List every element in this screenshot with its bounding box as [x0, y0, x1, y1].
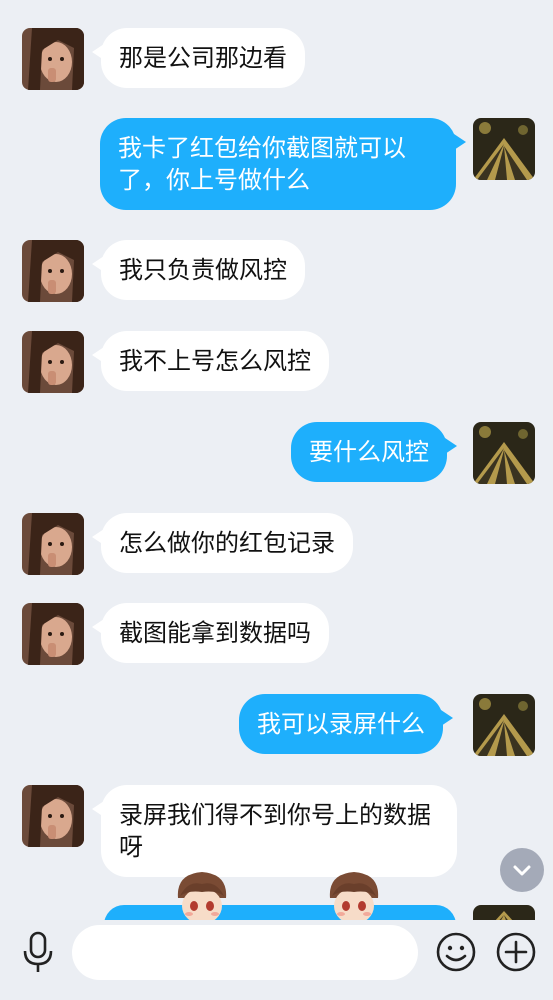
message-text: 怎么做你的红包记录	[119, 529, 335, 557]
smiley-icon	[436, 932, 476, 972]
chat-message-list[interactable]: 那是公司那边看 我卡了红包给你截图就可以了，你上号做什么 我只负责做风控 我不上…	[0, 0, 553, 920]
my-avatar[interactable]	[473, 422, 535, 484]
chevron-down-icon	[513, 865, 531, 876]
message-text: 我不上号怎么风控	[119, 347, 311, 375]
message-bubble-incoming[interactable]: 截图能拿到数据吗	[92, 603, 329, 663]
contact-avatar[interactable]	[22, 331, 84, 393]
contact-avatar[interactable]	[22, 603, 84, 665]
peeking-character-sticker	[172, 868, 232, 920]
peeking-character-sticker	[324, 868, 384, 920]
contact-avatar[interactable]	[22, 240, 84, 302]
message-bubble-outgoing[interactable]: 我卡了红包给你截图就可以了，你上号做什么	[100, 118, 466, 210]
more-button[interactable]	[494, 930, 538, 974]
message-input-bar	[0, 920, 553, 1000]
emoji-button[interactable]	[434, 930, 478, 974]
voice-button[interactable]	[16, 930, 60, 974]
message-text: 录屏我们得不到你号上的数据呀	[119, 801, 431, 861]
message-bubble-incoming[interactable]: 那是公司那边看	[92, 28, 305, 88]
my-avatar[interactable]	[473, 118, 535, 180]
message-bubble-incoming[interactable]: 我不上号怎么风控	[92, 331, 329, 391]
message-bubble-outgoing[interactable]	[104, 905, 456, 920]
message-bubble-outgoing[interactable]: 我可以录屏什么	[239, 694, 453, 754]
message-text: 要什么风控	[309, 438, 429, 466]
message-bubble-outgoing[interactable]: 要什么风控	[291, 422, 457, 482]
my-avatar[interactable]	[473, 905, 535, 920]
message-text: 我可以录屏什么	[257, 710, 425, 738]
message-input[interactable]	[72, 925, 418, 980]
message-text: 截图能拿到数据吗	[119, 619, 311, 647]
contact-avatar[interactable]	[22, 513, 84, 575]
plus-icon	[496, 932, 536, 972]
message-bubble-incoming[interactable]: 怎么做你的红包记录	[92, 513, 353, 573]
my-avatar[interactable]	[473, 694, 535, 756]
message-text: 我卡了红包给你截图就可以了，你上号做什么	[118, 134, 406, 194]
message-text: 我只负责做风控	[119, 256, 287, 284]
message-bubble-incoming[interactable]: 我只负责做风控	[92, 240, 305, 300]
scroll-to-bottom-button[interactable]	[500, 848, 544, 892]
microphone-icon	[23, 931, 53, 972]
contact-avatar[interactable]	[22, 28, 84, 90]
message-bubble-incoming[interactable]: 录屏我们得不到你号上的数据呀	[92, 785, 457, 877]
contact-avatar[interactable]	[22, 785, 84, 847]
message-text: 那是公司那边看	[119, 44, 287, 72]
